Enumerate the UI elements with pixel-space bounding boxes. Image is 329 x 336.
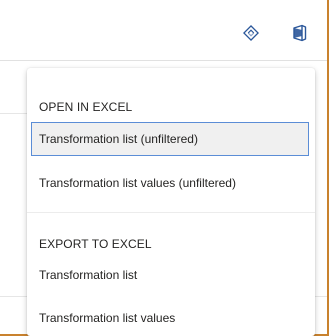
- menu-item-transformation-list[interactable]: Transformation list: [31, 258, 309, 292]
- menu-separator: [27, 212, 315, 213]
- app-window: OPEN IN EXCEL Transformation list (unfil…: [0, 0, 329, 336]
- export-to-excel-header: EXPORT TO EXCEL: [39, 237, 152, 251]
- open-in-excel-header: OPEN IN EXCEL: [39, 100, 133, 114]
- export-dropdown-menu: OPEN IN EXCEL Transformation list (unfil…: [27, 68, 315, 336]
- menu-item-label: Transformation list: [39, 268, 138, 282]
- menu-item-transformation-list-unfiltered[interactable]: Transformation list (unfiltered): [31, 122, 309, 156]
- menu-item-label: Transformation list values (unfiltered): [39, 176, 236, 190]
- menu-item-label: Transformation list values: [39, 311, 176, 325]
- menu-item-transformation-list-values[interactable]: Transformation list values: [31, 301, 309, 335]
- menu-item-label: Transformation list (unfiltered): [39, 132, 198, 146]
- menu-item-transformation-list-values-unfiltered[interactable]: Transformation list values (unfiltered): [31, 166, 309, 200]
